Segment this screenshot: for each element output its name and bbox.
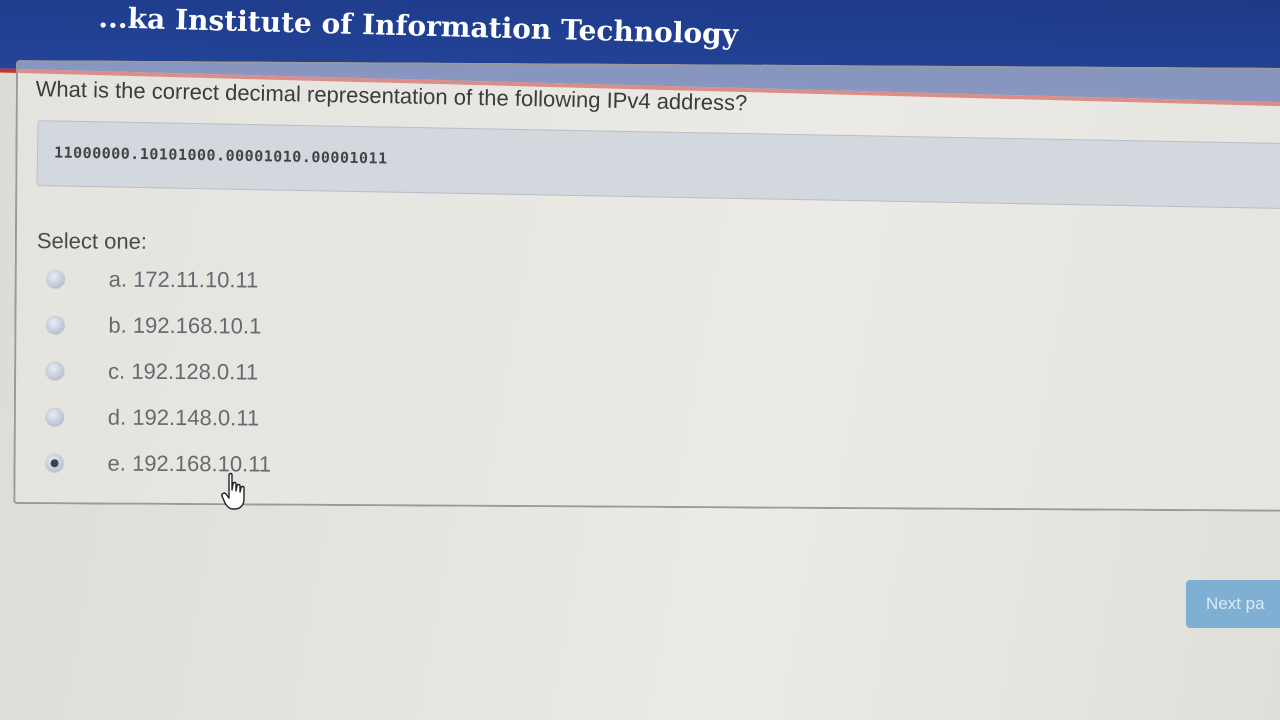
select-one-label: Select one: [36, 228, 148, 254]
next-page-button[interactable]: Next pa [1186, 580, 1280, 628]
question-card: What is the correct decimal representati… [13, 60, 1280, 512]
radio-button-d[interactable] [45, 408, 64, 427]
option-a[interactable]: a. 172.11.10.11 [46, 266, 367, 298]
hand-pointer-icon [221, 472, 245, 510]
option-b[interactable]: b. 192.168.10.1 [46, 312, 366, 344]
binary-address-box: 11000000.10101000.00001010.00001011 [36, 120, 1280, 210]
option-label-d[interactable]: d. 192.148.0.11 [108, 405, 259, 432]
quiz-page: ...ka Institute of Information Technolog… [0, 0, 1280, 720]
radio-button-c[interactable] [46, 362, 65, 381]
site-title: ...ka Institute of Information Technolog… [98, 1, 739, 51]
option-e[interactable]: e. 192.168.10.11 [45, 450, 365, 482]
radio-button-b[interactable] [46, 316, 65, 335]
binary-address: 11000000.10101000.00001010.00001011 [53, 143, 388, 168]
option-label-c[interactable]: c. 192.128.0.11 [108, 359, 258, 386]
option-label-b[interactable]: b. 192.168.10.1 [108, 313, 261, 340]
option-d[interactable]: d. 192.148.0.11 [45, 404, 366, 436]
radio-button-e[interactable] [45, 454, 64, 473]
radio-button-a[interactable] [46, 270, 65, 289]
option-label-a[interactable]: a. 172.11.10.11 [109, 267, 259, 294]
option-c[interactable]: c. 192.128.0.11 [46, 358, 366, 390]
question-text: What is the correct decimal representati… [35, 76, 748, 116]
